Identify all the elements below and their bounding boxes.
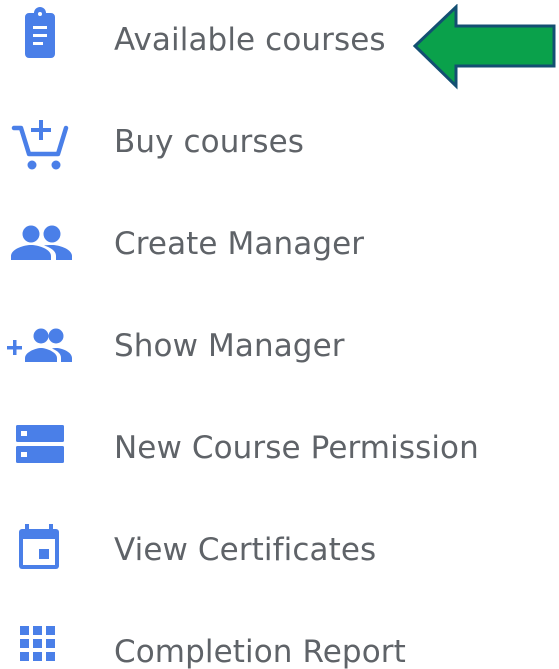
clipboard-icon	[6, 0, 78, 80]
menu-item-label: Available courses	[114, 22, 386, 58]
menu-item-show-manager[interactable]: Show Manager	[0, 306, 520, 386]
cart-plus-icon	[6, 102, 78, 182]
menu-item-new-course-permission[interactable]: New Course Permission	[0, 408, 520, 488]
menu-item-label: Create Manager	[114, 226, 365, 262]
menu-item-create-manager[interactable]: Create Manager	[0, 204, 520, 284]
menu-item-label: Completion Report	[114, 634, 406, 669]
calendar-icon	[6, 510, 78, 590]
menu-item-label: View Certificates	[114, 532, 377, 568]
menu-item-completion-report[interactable]: Completion Report	[0, 612, 520, 669]
storage-icon	[6, 408, 78, 488]
grid-icon	[6, 612, 78, 669]
menu-item-label: New Course Permission	[114, 430, 479, 466]
green-left-arrow-icon	[412, 3, 559, 90]
menu-item-label: Show Manager	[114, 328, 345, 364]
menu-item-label: Buy courses	[114, 124, 304, 160]
sidebar-menu: Available courses Buy courses Create Man…	[0, 0, 559, 669]
group-add-icon	[6, 306, 78, 386]
menu-item-view-certificates[interactable]: View Certificates	[0, 510, 520, 590]
people-icon	[6, 204, 78, 284]
menu-item-buy-courses[interactable]: Buy courses	[0, 102, 520, 182]
